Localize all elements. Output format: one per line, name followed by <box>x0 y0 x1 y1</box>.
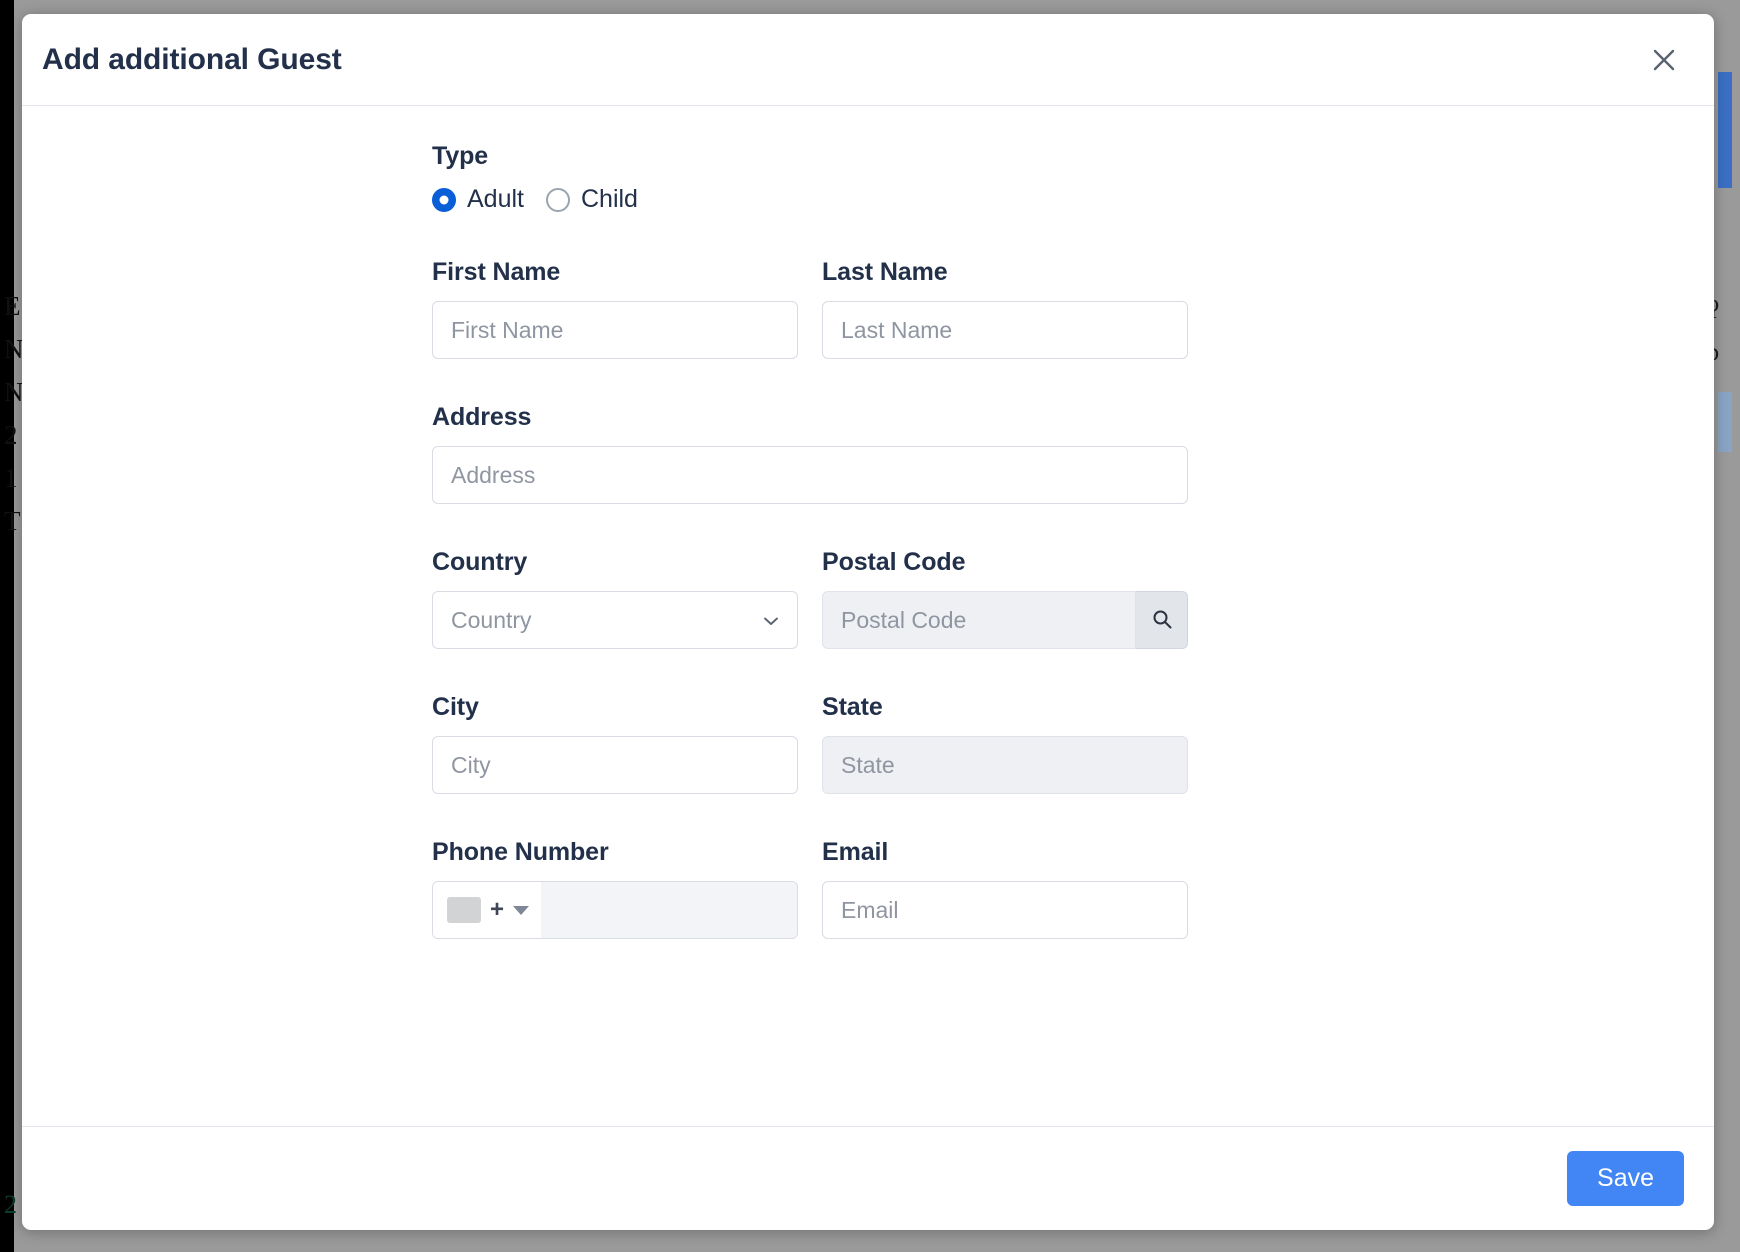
country-postal-row: Country Country Postal Code Postal Code <box>432 548 1262 649</box>
type-field-group: Type Adult Child <box>432 142 1262 214</box>
postal-code-field-group: Postal Code Postal Code <box>822 548 1188 649</box>
last-name-field-group: Last Name Last Name <box>822 258 1188 359</box>
email-input[interactable]: Email <box>822 881 1188 939</box>
address-label: Address <box>432 403 1188 432</box>
state-field-group: State State <box>822 693 1188 794</box>
first-name-input[interactable]: First Name <box>432 301 798 359</box>
close-button[interactable] <box>1642 38 1686 82</box>
email-field-group: Email Email <box>822 838 1188 939</box>
state-label: State <box>822 693 1188 722</box>
address-row: Address Address <box>432 403 1262 504</box>
phone-prefix-symbol: + <box>490 898 504 922</box>
chevron-down-icon <box>761 610 781 630</box>
country-label: Country <box>432 548 798 577</box>
close-icon <box>1649 45 1679 75</box>
first-name-field-group: First Name First Name <box>432 258 798 359</box>
city-field-group: City City <box>432 693 798 794</box>
flag-placeholder-icon <box>447 897 481 923</box>
phone-country-selector[interactable]: + <box>433 882 541 938</box>
postal-code-label: Postal Code <box>822 548 1188 577</box>
postal-code-input[interactable]: Postal Code <box>822 591 1136 649</box>
country-field-group: Country Country <box>432 548 798 649</box>
phone-number-field-group: Phone Number + <box>432 838 798 939</box>
last-name-input[interactable]: Last Name <box>822 301 1188 359</box>
phone-number-label: Phone Number <box>432 838 798 867</box>
first-name-label: First Name <box>432 258 798 287</box>
guest-form: Type Adult Child First Name First Nam <box>432 142 1262 939</box>
page-title: Add additional Guest <box>42 43 342 77</box>
save-button[interactable]: Save <box>1567 1151 1684 1207</box>
phone-number-input-group: + <box>432 881 798 939</box>
email-label: Email <box>822 838 1188 867</box>
search-icon <box>1151 608 1173 633</box>
postal-code-input-group: Postal Code <box>822 591 1188 649</box>
city-label: City <box>432 693 798 722</box>
phone-email-row: Phone Number + Email Email <box>432 838 1262 939</box>
last-name-label: Last Name <box>822 258 1188 287</box>
radio-child-label: Child <box>581 185 638 214</box>
radio-child-indicator[interactable] <box>546 188 570 212</box>
radio-adult-label: Adult <box>467 185 524 214</box>
backdrop-accent-mid-right <box>1718 392 1732 452</box>
add-guest-modal: Add additional Guest Type Adult <box>22 14 1714 1230</box>
postal-code-search-button[interactable] <box>1136 591 1188 649</box>
city-state-row: City City State State <box>432 693 1262 794</box>
modal-header: Add additional Guest <box>22 14 1714 106</box>
radio-adult-indicator[interactable] <box>432 188 456 212</box>
phone-number-input[interactable] <box>541 882 797 938</box>
backdrop-bottom-text: 2 <box>4 1190 17 1220</box>
type-label: Type <box>432 142 1262 171</box>
backdrop-accent-top-right <box>1718 72 1732 188</box>
modal-body: Type Adult Child First Name First Nam <box>22 106 1714 1126</box>
type-radio-group: Adult Child <box>432 185 1262 214</box>
name-row: First Name First Name Last Name Last Nam… <box>432 258 1262 359</box>
country-select[interactable]: Country <box>432 591 798 649</box>
country-select-value: Country <box>451 607 532 634</box>
modal-footer: Save <box>22 1126 1714 1230</box>
radio-option-adult[interactable]: Adult <box>432 185 524 214</box>
caret-down-icon <box>513 906 529 915</box>
radio-option-child[interactable]: Child <box>546 185 638 214</box>
state-input[interactable]: State <box>822 736 1188 794</box>
address-input[interactable]: Address <box>432 446 1188 504</box>
city-input[interactable]: City <box>432 736 798 794</box>
address-field-group: Address Address <box>432 403 1188 504</box>
backdrop-left-strip <box>0 0 14 1252</box>
